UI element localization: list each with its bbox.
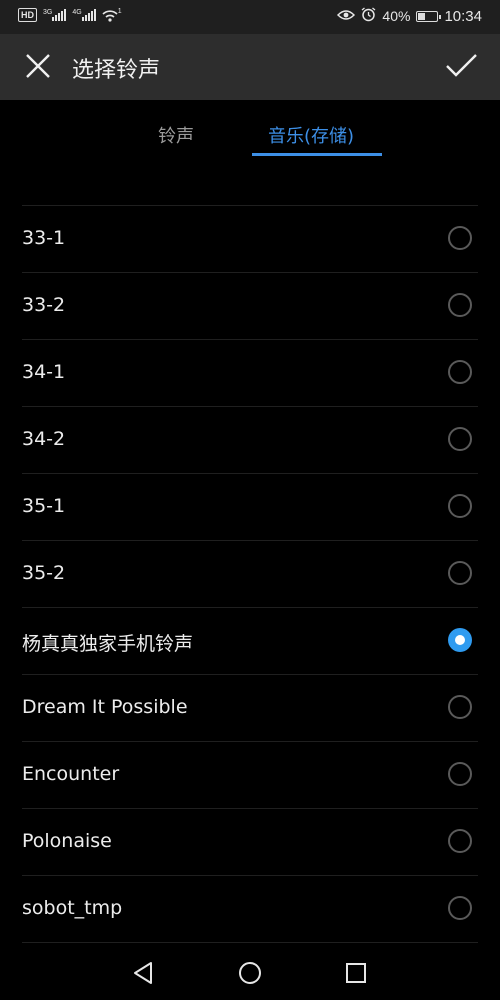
eye-comfort-icon: [337, 8, 356, 24]
tab-bar: 铃声 音乐(存储): [0, 100, 500, 164]
list-item[interactable]: 35-2: [22, 541, 478, 608]
radio-button[interactable]: [448, 695, 472, 719]
list-item-label: 杨真真独家手机铃声: [22, 633, 194, 655]
home-icon: [239, 962, 261, 984]
hd-badge: HD: [18, 8, 37, 22]
signal-bars-icon: [52, 9, 67, 21]
radio-button[interactable]: [448, 360, 472, 384]
list-item-label: Encounter: [22, 763, 120, 785]
back-button[interactable]: [131, 960, 157, 986]
battery-icon: [416, 10, 442, 22]
recents-button[interactable]: [343, 960, 369, 986]
wifi-icon: 1: [102, 8, 122, 22]
list-item-label: 33-1: [22, 227, 66, 249]
radio-button[interactable]: [448, 561, 472, 585]
radio-button[interactable]: [448, 762, 472, 786]
list-item-label: Dream It Possible: [22, 696, 188, 718]
wifi-badge: 1: [117, 8, 122, 15]
list-item-label: sobot_tmp: [22, 897, 123, 919]
tab-ringtone[interactable]: 铃声: [158, 122, 194, 148]
list-item-label: 33-2: [22, 294, 66, 316]
alarm-icon: [361, 7, 376, 25]
radio-button[interactable]: [448, 293, 472, 317]
clock: 10:34: [444, 7, 482, 25]
list-item[interactable]: 35-1: [22, 474, 478, 541]
list-item[interactable]: Polonaise: [22, 809, 478, 876]
radio-button[interactable]: [448, 494, 472, 518]
list-item[interactable]: 34-2: [22, 407, 478, 474]
recents-icon: [346, 963, 366, 983]
radio-button[interactable]: [448, 427, 472, 451]
list-item[interactable]: 33-1: [22, 206, 478, 273]
list-item-label: 34-1: [22, 361, 66, 383]
close-icon: [26, 54, 50, 78]
signal-1: 3G: [43, 9, 67, 21]
signal-2: 4G: [72, 9, 96, 21]
home-button[interactable]: [237, 960, 263, 986]
network-type-2: 4G: [72, 9, 82, 16]
battery-percent: 40%: [382, 8, 411, 24]
page-title: 选择铃声: [72, 58, 161, 83]
status-bar: HD 3G 4G 1 40% 10:34: [0, 0, 500, 34]
status-left: HD 3G 4G 1: [18, 8, 122, 22]
tab-music-storage[interactable]: 音乐(存储): [268, 122, 354, 148]
signal-bars-icon: [81, 9, 96, 21]
status-right: 40% 10:34: [337, 7, 482, 25]
list-item-label: 35-2: [22, 562, 66, 584]
close-button[interactable]: [18, 49, 58, 85]
list-item[interactable]: Encounter: [22, 742, 478, 809]
check-icon: [446, 54, 477, 77]
list-item-label: Polonaise: [22, 830, 112, 852]
list-item[interactable]: 33-2: [22, 273, 478, 340]
song-list: 33-1 33-2 34-1 34-2 35-1 35-2 杨真真独家手机铃声 …: [22, 205, 478, 943]
list-item[interactable]: Dream It Possible: [22, 675, 478, 742]
list-item-label: 35-1: [22, 495, 66, 517]
list-item[interactable]: sobot_tmp: [22, 876, 478, 943]
list-item-label: 34-2: [22, 428, 66, 450]
list-item[interactable]: 杨真真独家手机铃声: [22, 608, 478, 675]
app-bar: 选择铃声: [0, 34, 500, 100]
radio-button[interactable]: [448, 829, 472, 853]
navigation-bar: [0, 946, 500, 1000]
back-icon: [134, 962, 152, 984]
list-item[interactable]: 34-1: [22, 340, 478, 407]
radio-button[interactable]: [448, 226, 472, 250]
active-tab-indicator: [252, 153, 382, 156]
radio-button[interactable]: [448, 896, 472, 920]
radio-button[interactable]: [448, 628, 472, 652]
network-type-1: 3G: [43, 9, 53, 16]
confirm-button[interactable]: [442, 49, 482, 85]
